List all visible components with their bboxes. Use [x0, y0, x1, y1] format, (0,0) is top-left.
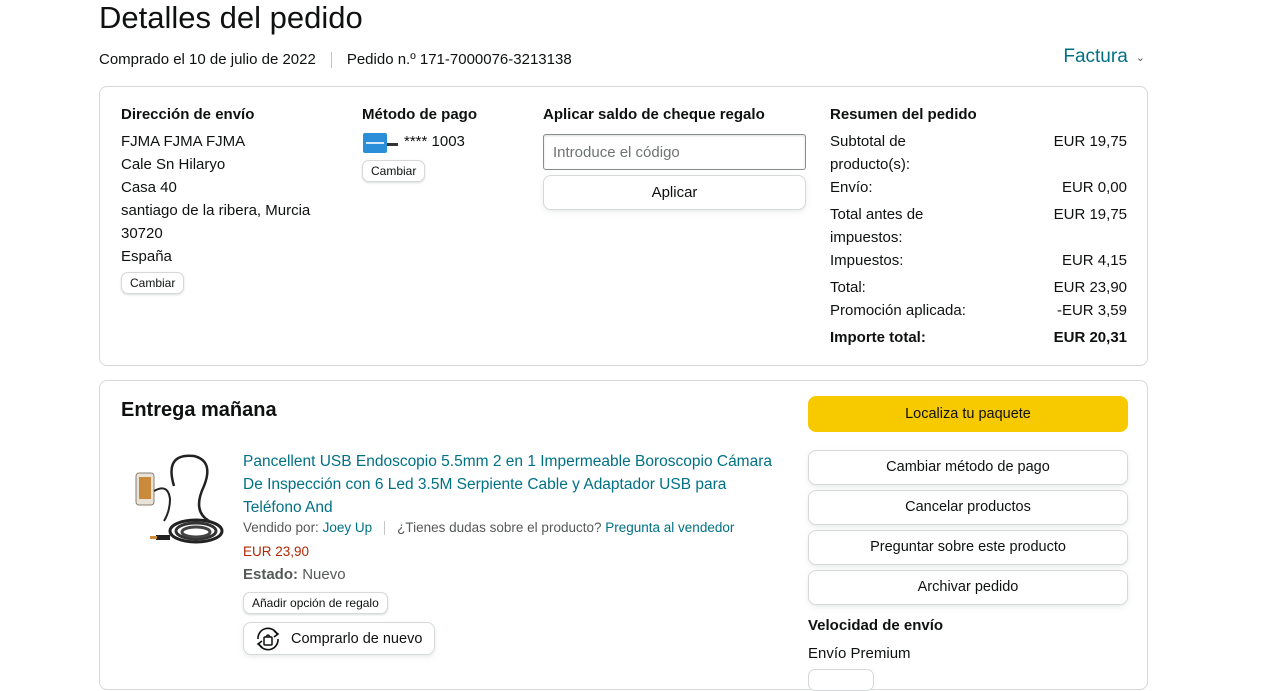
address-line: santiago de la ribera, Murcia: [121, 202, 311, 219]
summary-label: Subtotal de producto(s):: [830, 133, 911, 173]
meta-divider: [330, 51, 332, 68]
summary-heading: Resumen del pedido: [830, 106, 977, 123]
archive-order-button[interactable]: Archivar pedido: [808, 570, 1128, 605]
gift-heading: Aplicar saldo de cheque regalo: [543, 106, 765, 123]
ask-seller-link[interactable]: Pregunta al vendedor: [605, 520, 734, 535]
shipping-speed-value: Envío Premium: [808, 645, 911, 662]
summary-value: EUR 4,15: [1061, 252, 1127, 269]
shipping-heading: Dirección de envío: [121, 106, 255, 123]
card-digits: **** 1003: [404, 133, 465, 150]
summary-label: Promoción aplicada:: [830, 302, 966, 319]
change-payment-button[interactable]: Cambiar: [362, 160, 426, 182]
question-text: ¿Tienes dudas sobre el producto?: [397, 520, 602, 535]
order-info-card: Dirección de envío FJMA FJMA FJMA Cale S…: [99, 86, 1148, 366]
partial-button[interactable]: [808, 669, 874, 691]
product-image[interactable]: [134, 451, 224, 551]
product-price: EUR 23,90: [243, 544, 310, 559]
shipping-address: FJMA FJMA FJMA Cale Sn Hilaryo Casa 40 s…: [121, 130, 310, 268]
cancel-items-button[interactable]: Cancelar productos: [808, 490, 1128, 525]
condition-value: Nuevo: [302, 566, 346, 583]
credit-card-icon: [363, 133, 387, 153]
summary-value: EUR 23,90: [1053, 279, 1127, 296]
summary-value: EUR 19,75: [1053, 206, 1127, 223]
sold-by-label: Vendido por:: [243, 520, 319, 535]
page-title: Detalles del pedido: [99, 0, 363, 35]
invoice-dropdown[interactable]: Factura ⌄: [1063, 46, 1145, 68]
card-stripe-icon: [387, 143, 398, 146]
delivery-heading: Entrega mañana: [121, 399, 277, 421]
change-payment-method-button[interactable]: Cambiar método de pago: [808, 450, 1128, 485]
shipping-speed-heading: Velocidad de envío: [808, 617, 944, 634]
address-line: España: [121, 248, 172, 265]
product-condition: Estado: Nuevo: [243, 566, 346, 583]
purchase-date: Comprado el 10 de julio de 2022: [99, 51, 316, 68]
summary-value: EUR 0,00: [1061, 179, 1127, 196]
buy-again-label: Comprarlo de nuevo: [291, 630, 423, 647]
ask-product-button[interactable]: Preguntar sobre este producto: [808, 530, 1128, 565]
order-number: Pedido n.º 171-7000076-3213138: [346, 51, 572, 68]
summary-label: Importe total:: [830, 329, 926, 346]
summary-value: -EUR 3,59: [1056, 302, 1127, 319]
address-line: Casa 40: [121, 179, 177, 196]
seller-link[interactable]: Joey Up: [323, 520, 373, 535]
address-line: FJMA FJMA FJMA: [121, 133, 246, 150]
seller-divider: [384, 520, 386, 535]
summary-value: EUR 20,31: [1053, 329, 1127, 346]
buy-again-button[interactable]: Comprarlo de nuevo: [243, 622, 436, 655]
seller-line: Vendido por: Joey Up ¿Tienes dudas sobre…: [243, 520, 734, 535]
chevron-down-icon: ⌄: [1135, 51, 1145, 64]
summary-label: Impuestos:: [830, 252, 904, 269]
change-address-button[interactable]: Cambiar: [121, 272, 185, 294]
product-title-link[interactable]: Pancellent USB Endoscopio 5.5mm 2 en 1 I…: [243, 450, 783, 519]
summary-label: Envío:: [830, 179, 873, 196]
summary-value: EUR 19,75: [1053, 133, 1127, 150]
reorder-icon: [256, 627, 280, 650]
summary-label: Total:: [830, 279, 866, 296]
track-package-button[interactable]: Localiza tu paquete: [808, 396, 1128, 432]
summary-label: Total antes de impuestos:: [830, 206, 924, 246]
order-meta: Comprado el 10 de julio de 2022 Pedido n…: [99, 51, 572, 68]
add-gift-option-button[interactable]: Añadir opción de regalo: [243, 592, 388, 614]
delivery-card: Entrega mañana Pancellent USB Endoscopio…: [99, 380, 1148, 691]
address-line: 30720: [121, 225, 163, 242]
gift-code-input[interactable]: [543, 134, 806, 170]
apply-gift-button[interactable]: Aplicar: [543, 175, 806, 210]
payment-heading: Método de pago: [362, 106, 477, 123]
invoice-label: Factura: [1063, 46, 1128, 67]
address-line: Cale Sn Hilaryo: [121, 156, 226, 173]
condition-label: Estado:: [243, 566, 299, 583]
